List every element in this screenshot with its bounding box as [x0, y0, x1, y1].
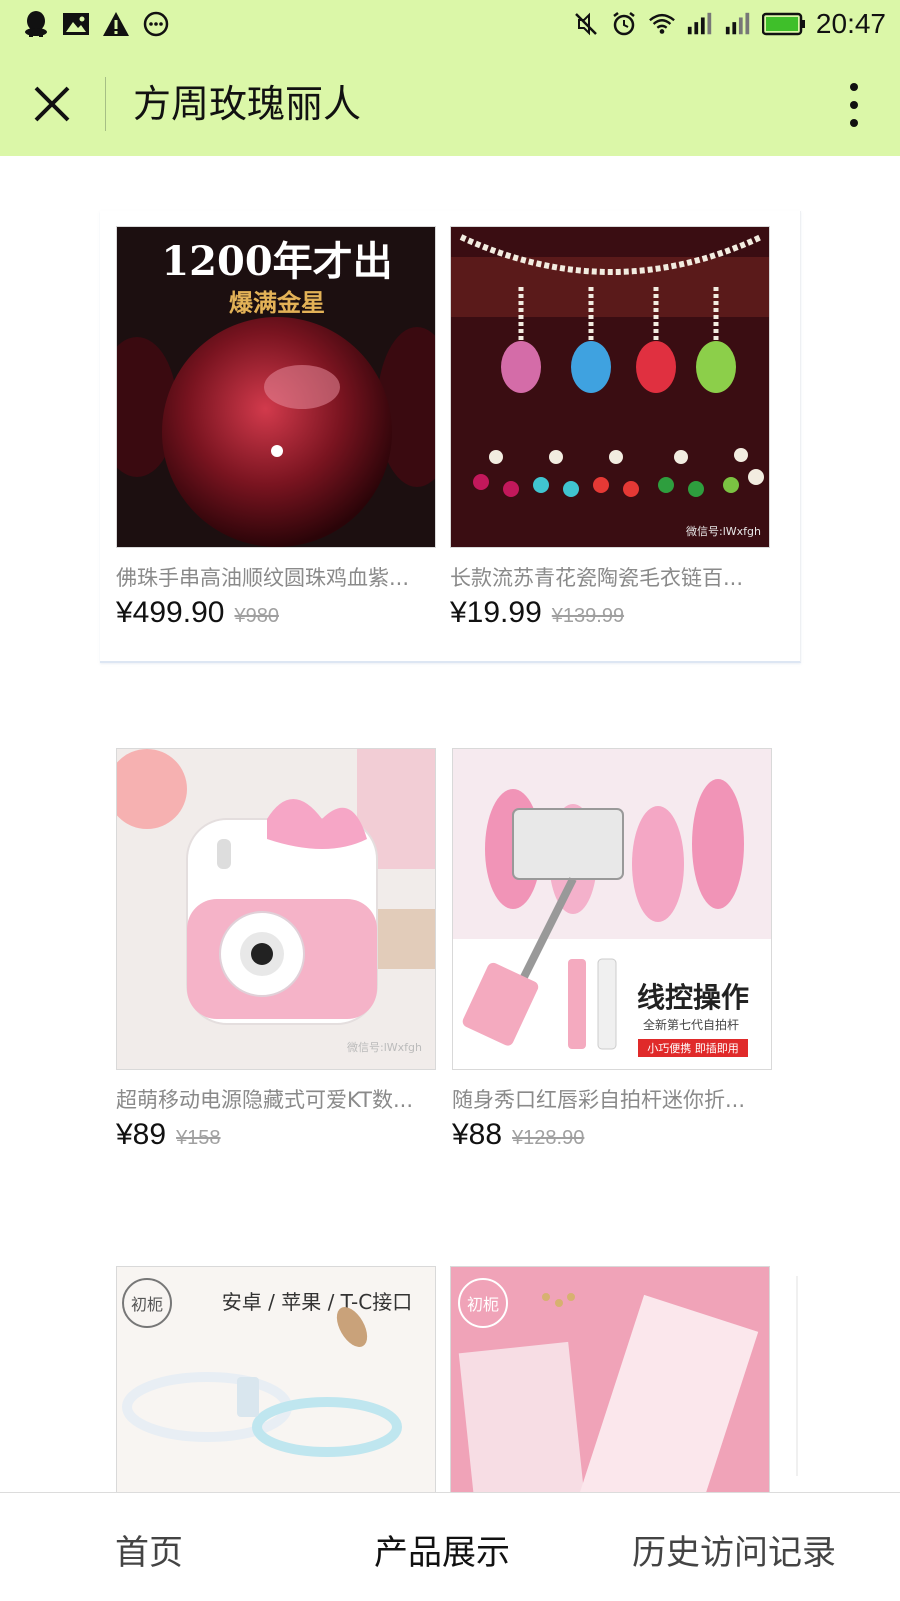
bottom-nav: 首页 产品展示 历史访问记录	[0, 1492, 900, 1601]
signal-icon	[686, 10, 714, 38]
status-right-icons: 20:47	[572, 8, 886, 40]
brand-logo-text: 初枙	[467, 1295, 499, 1314]
brand-logo-text: 初枙	[131, 1295, 163, 1314]
product-original-price: ¥158	[176, 1127, 221, 1149]
product-image[interactable]: 微信号:lWxfgh	[450, 226, 770, 548]
image-headline: 安卓 / 苹果 / T-C接口	[222, 1290, 412, 1314]
product-grid: 1200年才出 爆满金星 佛珠手串高油顺纹圆珠鸡血紫... ¥499.90 ¥9…	[0, 156, 900, 1492]
image-subheadline: 全新第七代自拍杆	[643, 1017, 739, 1032]
signal-icon	[724, 10, 752, 38]
product-price: ¥499.90	[116, 596, 225, 629]
clock-time: 20:47	[815, 8, 886, 39]
title-bar: 方周玫瑰丽人	[0, 52, 900, 156]
qq-icon	[22, 10, 50, 38]
product-price: ¥19.99	[450, 596, 542, 629]
product-image[interactable]: 微信号:lWxfgh	[116, 748, 436, 1070]
alarm-icon	[610, 10, 638, 38]
product-image[interactable]: 初枙 安卓 / 苹果 / T-C接口	[116, 1266, 436, 1492]
product-image[interactable]: 1200年才出 爆满金星	[116, 226, 436, 548]
product-card[interactable]: 初枙 安卓 / 苹果 / T-C接口	[116, 1266, 436, 1492]
more-menu-button[interactable]	[844, 80, 864, 130]
close-button[interactable]	[30, 82, 74, 126]
battery-icon	[761, 10, 806, 38]
page-title: 方周玫瑰丽人	[133, 82, 362, 126]
watermark-text: 微信号:lWxfgh	[686, 524, 761, 538]
nav-item-history[interactable]: 历史访问记录	[632, 1525, 836, 1574]
product-original-price: ¥980	[234, 605, 279, 627]
status-bar: 20:47	[0, 0, 900, 52]
product-price: ¥89	[116, 1118, 167, 1151]
product-name: 佛珠手串高油顺纹圆珠鸡血紫...	[116, 566, 410, 590]
product-card[interactable]: 微信号:lWxfgh 长款流苏青花瓷陶瓷毛衣链百... ¥19.99 ¥139.…	[450, 226, 770, 630]
close-icon	[34, 86, 70, 122]
product-original-price: ¥139.99	[551, 605, 625, 627]
more-circle-icon	[142, 10, 170, 38]
product-card[interactable]: 1200年才出 爆满金星 佛珠手串高油顺纹圆珠鸡血紫... ¥499.90 ¥9…	[116, 226, 436, 630]
status-left-icons	[22, 10, 170, 38]
image-subheadline: 爆满金星	[229, 288, 325, 317]
product-price: ¥88	[452, 1118, 503, 1151]
product-image[interactable]: 线控操作 全新第七代自拍杆 小巧便携 即插即用	[452, 748, 772, 1070]
nav-item-home[interactable]: 首页	[115, 1525, 183, 1574]
product-name: 超萌移动电源隐藏式可爱KT数...	[116, 1088, 413, 1112]
frame-edge	[796, 1276, 798, 1476]
wifi-icon	[648, 10, 676, 38]
nav-item-products[interactable]: 产品展示	[374, 1525, 510, 1574]
warning-icon	[102, 10, 130, 38]
product-card[interactable]: 微信号:lWxfgh 超萌移动电源隐藏式可爱KT数... ¥89 ¥158	[116, 748, 436, 1152]
image-headline: 线控操作	[637, 981, 749, 1014]
product-card[interactable]: 线控操作 全新第七代自拍杆 小巧便携 即插即用 随身秀口红唇彩自拍杆迷你折...…	[452, 748, 772, 1152]
mute-icon	[572, 10, 600, 38]
title-divider	[105, 77, 106, 131]
product-card[interactable]: 初枙	[450, 1266, 770, 1492]
image-headline: 1200年才出	[161, 238, 392, 285]
product-image[interactable]: 初枙	[450, 1266, 770, 1492]
product-name: 随身秀口红唇彩自拍杆迷你折...	[452, 1088, 746, 1112]
more-vertical-icon	[850, 83, 858, 127]
product-name: 长款流苏青花瓷陶瓷毛衣链百...	[450, 566, 744, 590]
image-icon	[62, 10, 90, 38]
image-tagline: 小巧便携 即插即用	[647, 1041, 739, 1055]
product-original-price: ¥128.90	[512, 1127, 585, 1149]
watermark-text: 微信号:lWxfgh	[347, 1040, 422, 1054]
